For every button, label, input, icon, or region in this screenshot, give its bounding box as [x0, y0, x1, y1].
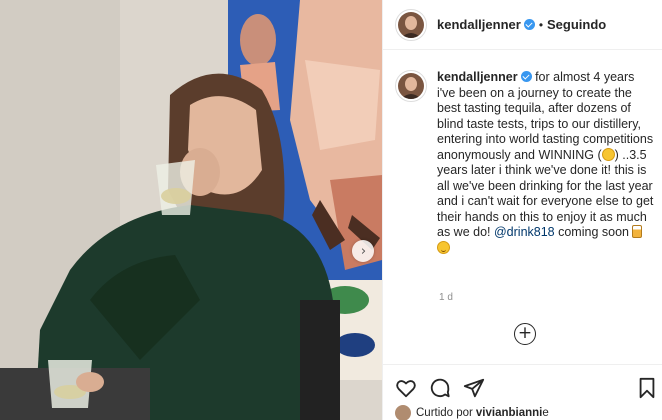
- monocle-face-emoji-icon: [601, 147, 615, 161]
- load-more-comments-button[interactable]: +: [514, 323, 536, 345]
- verified-badge-icon: [523, 19, 535, 30]
- post-caption: kendalljenner for almost 4 years i've be…: [395, 70, 657, 256]
- post-side-panel: kendalljenner • Seguindo kendalljenner f…: [382, 0, 662, 420]
- post-photo[interactable]: ›: [0, 0, 382, 420]
- header-username[interactable]: kendalljenner: [437, 17, 521, 32]
- post-header: kendalljenner • Seguindo: [383, 0, 662, 50]
- liked-by-suffix: e: [542, 407, 549, 419]
- caption-avatar[interactable]: [395, 70, 427, 102]
- liked-by-line: Curtido por vivianbianni e: [395, 405, 549, 420]
- liked-by-username[interactable]: vivianbianni: [476, 407, 542, 419]
- liker-avatar[interactable]: [395, 405, 411, 420]
- caption-text: kendalljenner for almost 4 years i've be…: [437, 70, 655, 256]
- liked-by-prefix: Curtido por: [416, 407, 473, 419]
- avatar-image: [398, 11, 424, 38]
- photo-illustration: [0, 0, 382, 420]
- post-timestamp: 1 d: [439, 292, 453, 303]
- caption-avatar-image: [398, 73, 424, 99]
- caption-verified-badge-icon: [520, 71, 532, 82]
- smiling-face-emoji-icon: [437, 240, 450, 254]
- caption-body-part3: coming soon: [554, 225, 633, 239]
- chevron-right-icon: ›: [360, 243, 367, 259]
- paper-plane-icon[interactable]: [463, 377, 485, 399]
- carousel-next-button[interactable]: ›: [352, 240, 374, 262]
- tumbler-glass-emoji-icon: [632, 225, 643, 238]
- caption-username[interactable]: kendalljenner: [437, 70, 518, 84]
- following-button[interactable]: Seguindo: [547, 17, 606, 32]
- plus-circle-icon: +: [517, 323, 533, 343]
- header-separator: •: [538, 17, 544, 32]
- mention-link[interactable]: @drink818: [494, 225, 555, 239]
- bookmark-outline-icon[interactable]: [637, 377, 657, 399]
- heart-outline-icon[interactable]: [395, 377, 417, 399]
- avatar[interactable]: [395, 8, 427, 41]
- comment-bubble-icon[interactable]: [429, 377, 451, 399]
